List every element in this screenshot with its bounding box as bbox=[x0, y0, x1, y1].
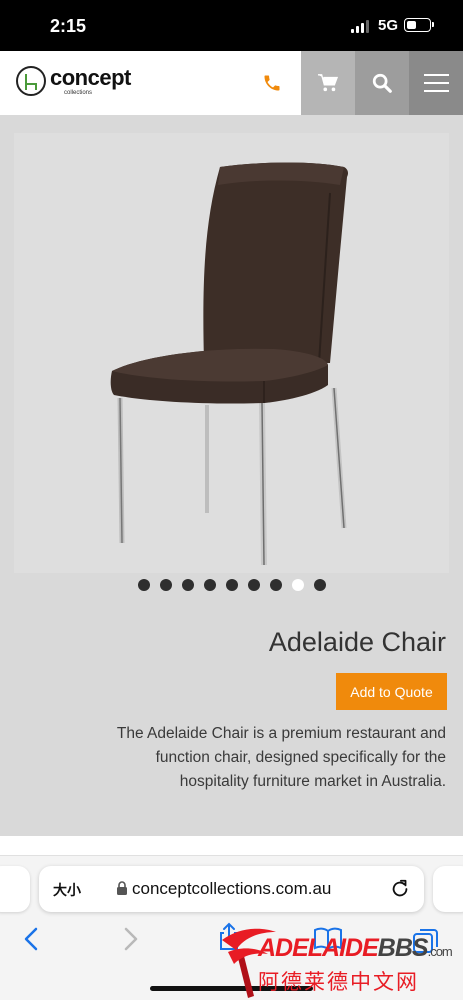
carousel-dot-active[interactable] bbox=[291, 579, 304, 591]
carousel-dot[interactable] bbox=[225, 579, 238, 591]
menu-button[interactable] bbox=[409, 51, 463, 115]
previous-tab-preview[interactable] bbox=[0, 866, 30, 912]
cellular-signal-icon bbox=[351, 19, 369, 33]
cart-button[interactable] bbox=[301, 51, 355, 115]
chair-image bbox=[110, 162, 348, 566]
battery-icon bbox=[404, 18, 434, 32]
site-header: concept collections bbox=[0, 51, 463, 115]
logo-wordmark: concept bbox=[50, 64, 131, 90]
phone-icon[interactable] bbox=[262, 73, 282, 98]
watermark-chinese: 阿德莱德中文网 bbox=[258, 970, 419, 994]
text-size-button[interactable]: 大小 bbox=[53, 880, 81, 900]
logo-subtext: collections bbox=[64, 89, 93, 96]
page-bottom-edge bbox=[0, 836, 463, 856]
reload-icon[interactable] bbox=[389, 878, 411, 900]
watermark-brand-dark: BBS bbox=[377, 934, 429, 962]
watermark-brand: ADELAIDEBBS.com bbox=[258, 934, 453, 963]
status-time: 2:15 bbox=[50, 16, 87, 36]
carousel-dot[interactable] bbox=[313, 579, 326, 591]
search-button[interactable] bbox=[355, 51, 409, 115]
site-logo[interactable]: concept collections bbox=[16, 66, 131, 96]
url-text[interactable]: conceptcollections.com.au bbox=[132, 879, 331, 899]
lock-icon bbox=[117, 881, 127, 895]
add-to-quote-button[interactable]: Add to Quote bbox=[336, 673, 447, 710]
chair-logo-icon bbox=[16, 66, 46, 96]
network-type: 5G bbox=[378, 17, 399, 34]
next-tab-preview[interactable] bbox=[433, 866, 463, 912]
carousel-dot[interactable] bbox=[159, 579, 172, 591]
watermark-domain: .com bbox=[427, 944, 453, 959]
adelaidebbs-watermark: ADELAIDEBBS.com 阿德莱德中文网 bbox=[218, 922, 463, 1000]
back-icon[interactable] bbox=[22, 926, 40, 952]
hamburger-icon bbox=[423, 74, 449, 92]
cart-icon bbox=[318, 74, 339, 92]
carousel-dot[interactable] bbox=[269, 579, 282, 591]
watermark-brand-red: ADELAIDE bbox=[258, 934, 379, 962]
image-carousel-indicators bbox=[0, 579, 463, 591]
product-title: Adelaide Chair bbox=[268, 627, 446, 657]
status-bar: 2:15 5G bbox=[0, 0, 463, 51]
carousel-dot[interactable] bbox=[203, 579, 216, 591]
forward-icon[interactable] bbox=[122, 926, 140, 952]
search-icon bbox=[372, 73, 392, 93]
carousel-dot[interactable] bbox=[137, 579, 150, 591]
address-bar[interactable]: 大小 conceptcollections.com.au bbox=[39, 866, 424, 912]
product-section: Adelaide Chair Add to Quote The Adelaide… bbox=[0, 115, 463, 836]
carousel-dot[interactable] bbox=[181, 579, 194, 591]
carousel-dot[interactable] bbox=[247, 579, 260, 591]
product-description: The Adelaide Chair is a premium restaura… bbox=[116, 725, 446, 790]
product-image[interactable] bbox=[14, 133, 449, 573]
